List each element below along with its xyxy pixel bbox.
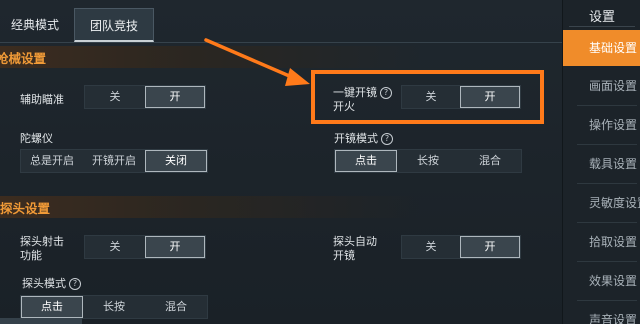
settings-category-nav: 设置 基础设置 画面设置 操作设置 载具设置 灵敏度设置 拾取设置 效果设置 声… bbox=[562, 0, 640, 324]
arrow-shaft bbox=[204, 38, 296, 80]
nav-item-graphics[interactable]: 画面设置 bbox=[569, 68, 640, 104]
nav-item-sensitivity[interactable]: 灵敏度设置 bbox=[569, 185, 640, 221]
nav-item-sound[interactable]: 声音设置 bbox=[569, 302, 640, 324]
nav-item-controls[interactable]: 操作设置 bbox=[569, 107, 640, 143]
nav-divider bbox=[577, 144, 637, 145]
nav-divider bbox=[577, 222, 637, 223]
arrow-head bbox=[285, 68, 310, 86]
nav-title-divider bbox=[569, 26, 635, 27]
nav-divider bbox=[577, 105, 637, 106]
nav-divider bbox=[577, 261, 637, 262]
nav-item-pickup[interactable]: 拾取设置 bbox=[569, 224, 640, 260]
nav-item-effects[interactable]: 效果设置 bbox=[569, 263, 640, 299]
nav-divider bbox=[577, 183, 637, 184]
nav-item-vehicle[interactable]: 载具设置 bbox=[569, 146, 640, 182]
pointer-arrow bbox=[204, 38, 310, 86]
settings-main-panel: 经典模式 团队竞技 枪械设置 辅助瞄准 关 开 一键开镜? 开火 关 开 陀螺仪… bbox=[0, 0, 562, 324]
nav-title: 设置 bbox=[589, 10, 616, 25]
nav-divider bbox=[577, 300, 637, 301]
nav-item-basic[interactable]: 基础设置 bbox=[563, 30, 640, 66]
